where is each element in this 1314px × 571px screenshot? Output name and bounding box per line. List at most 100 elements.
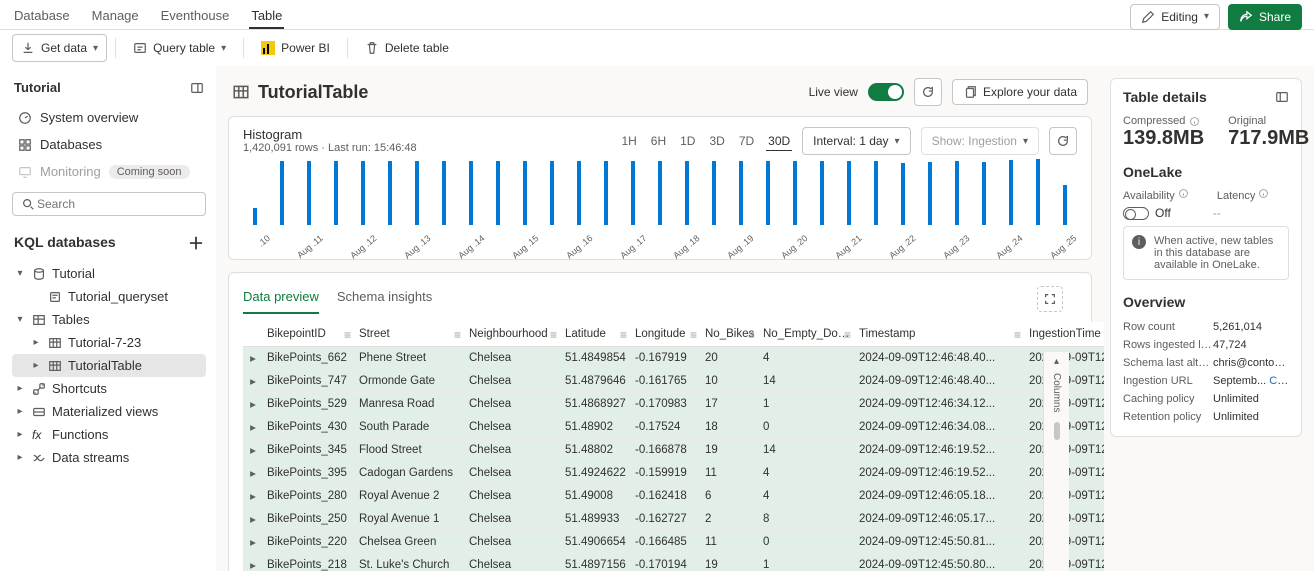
add-database-button[interactable]: ＋ bbox=[188, 230, 204, 254]
table-row[interactable]: ▸BikePoints_430South ParadeChelsea51.489… bbox=[243, 416, 1104, 439]
table-row[interactable]: ▸BikePoints_280Royal Avenue 2Chelsea51.4… bbox=[243, 485, 1104, 508]
table-row[interactable]: ▸BikePoints_220Chelsea GreenChelsea51.49… bbox=[243, 531, 1104, 554]
histogram-bar[interactable] bbox=[685, 161, 689, 225]
tab-eventhouse[interactable]: Eventhouse bbox=[159, 4, 232, 29]
range-1H[interactable]: 1H bbox=[619, 132, 638, 151]
column-menu-icon[interactable]: ≡ bbox=[748, 328, 755, 342]
column-header[interactable]: Latitude≡ bbox=[561, 322, 631, 347]
column-menu-icon[interactable]: ≡ bbox=[620, 328, 627, 342]
histogram-bar[interactable] bbox=[1009, 160, 1013, 225]
histogram-bar[interactable] bbox=[928, 162, 932, 225]
collapse-icon[interactable] bbox=[190, 81, 204, 95]
expand-row-icon[interactable]: ▸ bbox=[243, 485, 263, 508]
histogram-bar[interactable] bbox=[334, 161, 338, 225]
column-menu-icon[interactable]: ≡ bbox=[344, 328, 351, 342]
histogram-bar[interactable] bbox=[361, 161, 365, 225]
search-input[interactable] bbox=[35, 196, 197, 212]
column-header[interactable]: Timestamp≡ bbox=[855, 322, 1025, 347]
explore-data-button[interactable]: Explore your data bbox=[952, 79, 1088, 105]
histogram-bar[interactable] bbox=[658, 161, 662, 225]
editing-button[interactable]: Editing ▾ bbox=[1130, 4, 1220, 30]
power-bi-button[interactable]: Power BI bbox=[252, 34, 339, 62]
expand-button[interactable] bbox=[1037, 286, 1063, 312]
column-header[interactable]: No_Empty_Docks≡ bbox=[759, 322, 855, 347]
scroll-up-icon[interactable]: ▴ bbox=[1054, 356, 1059, 367]
range-7D[interactable]: 7D bbox=[737, 132, 756, 151]
nav-databases[interactable]: Databases bbox=[12, 132, 206, 157]
delete-table-button[interactable]: Delete table bbox=[356, 34, 458, 62]
histogram-bar[interactable] bbox=[1036, 159, 1040, 225]
histogram-bar[interactable] bbox=[982, 162, 986, 225]
column-menu-icon[interactable]: ≡ bbox=[690, 328, 697, 342]
histogram-bar[interactable] bbox=[253, 208, 257, 225]
tree-materialized-views[interactable]: ▸ Materialized views bbox=[12, 400, 206, 423]
live-view-toggle[interactable] bbox=[868, 83, 904, 101]
column-header[interactable]: Neighbourhood≡ bbox=[465, 322, 561, 347]
histogram-bar[interactable] bbox=[874, 161, 878, 225]
tab-schema-insights[interactable]: Schema insights bbox=[337, 283, 432, 314]
expand-row-icon[interactable]: ▸ bbox=[243, 347, 263, 370]
histogram-refresh-button[interactable] bbox=[1049, 127, 1077, 155]
tree-table-2-selected[interactable]: ▸ TutorialTable bbox=[12, 354, 206, 377]
tree-shortcuts[interactable]: ▸ Shortcuts bbox=[12, 377, 206, 400]
histogram-bar[interactable] bbox=[496, 161, 500, 225]
table-row[interactable]: ▸BikePoints_662Phene StreetChelsea51.484… bbox=[243, 347, 1104, 370]
range-3D[interactable]: 3D bbox=[707, 132, 726, 151]
expand-row-icon[interactable]: ▸ bbox=[243, 554, 263, 571]
expand-panel-icon[interactable] bbox=[1275, 90, 1289, 104]
expand-row-icon[interactable]: ▸ bbox=[243, 393, 263, 416]
histogram-chart[interactable]: 10. 11. Aug12. Aug13. Aug14. Aug15. Aug1… bbox=[243, 159, 1077, 249]
column-header[interactable]: Longitude≡ bbox=[631, 322, 701, 347]
histogram-bar[interactable] bbox=[604, 161, 608, 225]
get-data-button[interactable]: Get data ▾ bbox=[12, 34, 107, 62]
table-row[interactable]: ▸BikePoints_250Royal Avenue 1Chelsea51.4… bbox=[243, 508, 1104, 531]
expand-row-icon[interactable]: ▸ bbox=[243, 370, 263, 393]
histogram-bar[interactable] bbox=[820, 161, 824, 225]
histogram-bar[interactable] bbox=[793, 161, 797, 225]
tab-database[interactable]: Database bbox=[12, 4, 72, 29]
histogram-bar[interactable] bbox=[955, 161, 959, 225]
expand-row-icon[interactable]: ▸ bbox=[243, 439, 263, 462]
column-header[interactable]: Street≡ bbox=[355, 322, 465, 347]
tree-functions[interactable]: ▸ fx Functions bbox=[12, 423, 206, 446]
copy-uri-link[interactable]: Copy URI bbox=[1269, 375, 1289, 387]
interval-dropdown[interactable]: Interval: 1 day ▾ bbox=[802, 127, 910, 155]
expand-row-icon[interactable]: ▸ bbox=[243, 508, 263, 531]
tab-manage[interactable]: Manage bbox=[90, 4, 141, 29]
nav-system-overview[interactable]: System overview bbox=[12, 105, 206, 130]
histogram-bar[interactable] bbox=[847, 161, 851, 225]
range-6H[interactable]: 6H bbox=[649, 132, 668, 151]
search-wrapper[interactable] bbox=[12, 192, 206, 216]
query-table-button[interactable]: Query table ▾ bbox=[124, 34, 235, 62]
table-row[interactable]: ▸BikePoints_345Flood StreetChelsea51.488… bbox=[243, 439, 1104, 462]
column-menu-icon[interactable]: ≡ bbox=[844, 328, 851, 342]
column-header[interactable]: IngestionTime≡ bbox=[1025, 322, 1104, 347]
histogram-bar[interactable] bbox=[631, 161, 635, 225]
refresh-button[interactable] bbox=[914, 78, 942, 106]
histogram-bar[interactable] bbox=[307, 161, 311, 225]
table-row[interactable]: ▸BikePoints_529Manresa RoadChelsea51.486… bbox=[243, 393, 1104, 416]
column-header[interactable]: No_Bikes≡ bbox=[701, 322, 759, 347]
histogram-bar[interactable] bbox=[550, 161, 554, 225]
histogram-bar[interactable] bbox=[442, 161, 446, 225]
tree-tables[interactable]: ▾ Tables bbox=[12, 308, 206, 331]
column-menu-icon[interactable]: ≡ bbox=[454, 328, 461, 342]
expand-row-icon[interactable]: ▸ bbox=[243, 462, 263, 485]
histogram-bar[interactable] bbox=[766, 161, 770, 225]
share-button[interactable]: Share bbox=[1228, 4, 1302, 30]
column-menu-icon[interactable]: ≡ bbox=[1014, 328, 1021, 342]
range-1D[interactable]: 1D bbox=[678, 132, 697, 151]
availability-toggle[interactable] bbox=[1123, 207, 1149, 220]
tree-db[interactable]: ▾ Tutorial bbox=[12, 262, 206, 285]
histogram-bar[interactable] bbox=[388, 161, 392, 225]
histogram-bar[interactable] bbox=[469, 161, 473, 225]
histogram-bar[interactable] bbox=[1063, 185, 1067, 225]
expand-row-icon[interactable]: ▸ bbox=[243, 416, 263, 439]
column-header[interactable]: BikepointID≡ bbox=[263, 322, 355, 347]
scrollbar-thumb[interactable] bbox=[1054, 422, 1060, 440]
column-menu-icon[interactable]: ≡ bbox=[550, 328, 557, 342]
range-30D[interactable]: 30D bbox=[766, 132, 792, 151]
histogram-bar[interactable] bbox=[280, 161, 284, 225]
table-row[interactable]: ▸BikePoints_747Ormonde GateChelsea51.487… bbox=[243, 370, 1104, 393]
tree-table-1[interactable]: ▸ Tutorial-7-23 bbox=[12, 331, 206, 354]
